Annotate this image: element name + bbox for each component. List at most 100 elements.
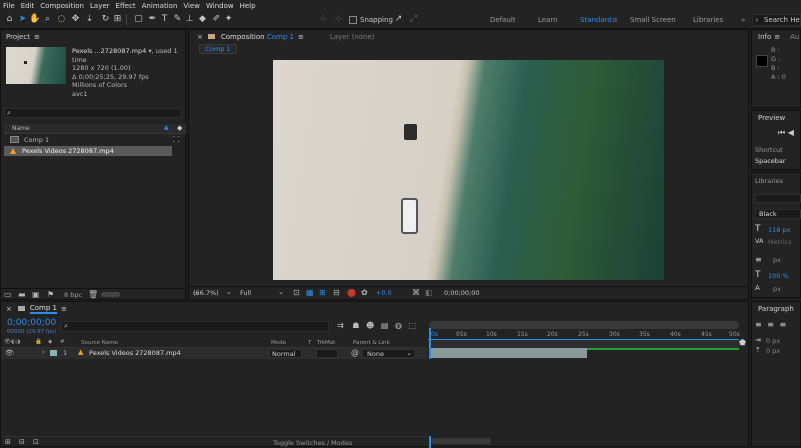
rectangle-tool-icon[interactable]: ▢ — [133, 14, 144, 25]
close-icon[interactable]: × — [197, 33, 203, 41]
interpret-footage-icon[interactable]: ▭ — [4, 290, 12, 299]
expand-layer-switches-icon[interactable]: ⊞ — [5, 438, 11, 446]
label-tag-icon[interactable]: ◆ — [48, 339, 52, 345]
clone-stamp-icon[interactable]: ⊥ — [184, 14, 195, 25]
grid-guides-icon[interactable]: ⊟ — [333, 288, 340, 297]
font-size-value[interactable]: 118 px — [768, 226, 790, 234]
stroke-width-unit[interactable]: px — [773, 256, 781, 264]
audio-tab[interactable]: Au — [790, 33, 799, 41]
comp-breadcrumb[interactable]: Comp 1 — [199, 44, 237, 54]
flowchart-icon[interactable]: ⸬ — [173, 134, 180, 145]
trash-icon[interactable]: 🗑 — [88, 290, 98, 299]
motion-blur-icon[interactable]: ◍ — [395, 321, 402, 330]
indent-left-value[interactable]: 0 px — [766, 337, 780, 345]
first-frame-icon[interactable]: ⏮ — [778, 128, 785, 137]
menu-animation[interactable]: Animation — [142, 2, 178, 10]
region-of-interest-icon[interactable]: ⊡ — [293, 288, 300, 297]
prev-frame-icon[interactable]: ◀ — [788, 128, 794, 137]
align-center-icon[interactable]: ≡ — [767, 320, 774, 329]
zoom-tool-icon[interactable]: ⌕ — [42, 14, 53, 25]
pan-camera-icon[interactable]: ✥ — [70, 14, 81, 25]
timeline-track-area[interactable] — [429, 359, 739, 436]
lock-icon[interactable] — [207, 34, 215, 39]
work-area-bar[interactable] — [429, 321, 739, 329]
list-item[interactable]: ▲ Pexels Videos 2728087.mp4 — [4, 146, 172, 156]
menu-composition[interactable]: Composition — [40, 2, 84, 10]
layer-name[interactable]: Pexels Videos 2728087.mp4 — [89, 349, 181, 357]
layer-label-color[interactable] — [50, 350, 57, 356]
world-axis-icon[interactable]: ⊹ — [333, 14, 344, 25]
new-folder-icon[interactable]: ▬ — [18, 290, 26, 299]
align-right-icon[interactable]: ≡ — [780, 320, 787, 329]
shortcut-dropdown[interactable]: Spacebar — [755, 157, 786, 165]
shy-icon[interactable]: ☻ — [366, 321, 374, 330]
menu-edit[interactable]: Edit — [21, 2, 35, 10]
resolution-dropdown[interactable]: Full — [240, 289, 251, 297]
thumbnail-slider[interactable] — [101, 292, 120, 297]
home-icon[interactable]: ⌂ — [4, 14, 15, 25]
libraries-title[interactable]: Libraries — [755, 177, 783, 185]
align-left-icon[interactable]: ≡ — [755, 320, 762, 329]
graph-editor-icon[interactable]: ⬚ — [409, 321, 417, 330]
snapping-checkbox[interactable] — [349, 16, 357, 24]
time-ruler[interactable]: 0s 05s 10s 15s 20s 25s 30s 35s 40s 45s 5… — [429, 329, 740, 339]
panel-menu-icon[interactable]: ≡ — [774, 33, 780, 41]
blend-mode-dropdown[interactable]: Normal — [269, 349, 302, 358]
zoom-dropdown[interactable]: (66.7%) — [193, 289, 219, 297]
mode-header[interactable]: Mode — [271, 340, 286, 346]
local-axis-icon[interactable]: ⊹ — [318, 14, 329, 25]
orbit-camera-icon[interactable]: ◌ — [56, 14, 67, 25]
workspace-menu-icon[interactable]: ≡ — [612, 16, 618, 24]
layer-tab[interactable]: Layer (none) — [330, 33, 375, 41]
end-marker-icon[interactable]: ⬟ — [739, 338, 746, 347]
dolly-camera-icon[interactable]: ⇣ — [84, 14, 95, 25]
workspace-standard[interactable]: Standard — [580, 16, 612, 24]
layer-duration-bar[interactable] — [431, 348, 587, 358]
mask-visibility-icon[interactable]: ⊞ — [319, 288, 326, 297]
color-management-icon[interactable]: ✿ — [361, 288, 368, 297]
pan-behind-icon[interactable]: ⊞ — [112, 14, 123, 25]
baseline-shift-unit[interactable]: px — [773, 285, 781, 293]
project-search-field[interactable]: ⌕ — [4, 108, 182, 118]
hand-tool-icon[interactable]: ✋ — [29, 14, 40, 25]
selection-tool-icon[interactable]: ➤ — [17, 14, 28, 25]
info-panel-title[interactable]: Info — [758, 33, 771, 41]
draft-3d-icon[interactable]: ☗ — [352, 321, 359, 330]
composition-tab[interactable]: Composition Comp 1 — [221, 33, 294, 41]
snap-align-icon[interactable]: ⤢ — [408, 14, 419, 25]
trkmat-dropdown[interactable] — [316, 349, 338, 358]
close-icon[interactable]: × — [6, 305, 12, 313]
font-style-dropdown[interactable]: Black — [755, 209, 801, 219]
name-column-label[interactable]: Name — [12, 125, 30, 132]
pen-tool-icon[interactable]: ✒ — [147, 14, 158, 25]
frame-blending-icon[interactable]: ▤ — [381, 321, 389, 330]
timeline-search-field[interactable]: ⌕ — [61, 321, 329, 332]
kerning-value[interactable]: Metrics — [768, 238, 792, 246]
dropdown-arrow-icon[interactable]: ⌄ — [278, 288, 284, 296]
toggle-switches-modes[interactable]: Toggle Switches / Modes — [273, 439, 352, 447]
menu-effect[interactable]: Effect — [116, 2, 136, 10]
table-row[interactable]: 👁 › 1 ▲ Pexels Videos 2728087.mp4 Normal… — [1, 348, 427, 359]
expand-arrow-icon[interactable]: › — [42, 348, 45, 356]
more-workspaces-icon[interactable]: » — [741, 16, 745, 24]
timeline-navigator[interactable] — [428, 339, 739, 348]
source-name-header[interactable]: Source Name — [81, 340, 118, 346]
vertical-scale-value[interactable]: 100 % — [768, 272, 789, 280]
dropdown-arrow-icon[interactable]: ⌄ — [226, 288, 232, 296]
trkmat-header[interactable]: TrkMat — [317, 340, 335, 346]
comp-mini-flowchart-icon[interactable]: ⇉ — [337, 321, 344, 330]
puppet-pin-icon[interactable]: ✦ — [223, 14, 234, 25]
flag-icon[interactable]: ⚑ — [47, 290, 54, 299]
workspace-learn[interactable]: Learn — [538, 16, 558, 24]
space-before-value[interactable]: 0 px — [766, 347, 780, 355]
preview-panel-title[interactable]: Preview — [758, 114, 785, 122]
help-search-field[interactable]: ⌕ Search He — [752, 14, 801, 26]
label-tag-icon[interactable]: ◆ — [177, 124, 182, 132]
lock-icon[interactable]: 🔒 — [35, 339, 42, 345]
rotate-tool-icon[interactable]: ↻ — [100, 14, 111, 25]
parent-header[interactable]: Parent & Link — [353, 340, 390, 346]
menu-view[interactable]: View — [183, 2, 200, 10]
paragraph-panel-title[interactable]: Paragraph — [758, 305, 794, 313]
zoom-slider[interactable] — [431, 438, 491, 444]
panel-menu-icon[interactable]: ≡ — [61, 305, 67, 313]
